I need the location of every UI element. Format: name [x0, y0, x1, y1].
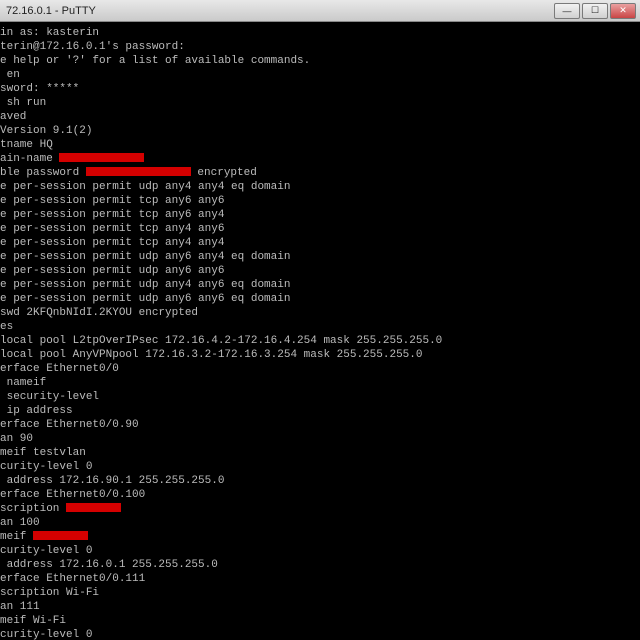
terminal-line: erface Ethernet0/0.111 [0, 572, 640, 586]
terminal-line: e per-session permit tcp any4 any4 [0, 236, 640, 250]
terminal-line: e per-session permit udp any6 any6 eq do… [0, 292, 640, 306]
terminal-line: e help or '?' for a list of available co… [0, 54, 640, 68]
terminal-line: erface Ethernet0/0 [0, 362, 640, 376]
terminal-line: curity-level 0 [0, 544, 640, 558]
terminal-line: e per-session permit tcp any4 any6 [0, 222, 640, 236]
terminal-line: scription [0, 502, 640, 516]
minimize-button[interactable]: — [554, 3, 580, 19]
terminal-line: es [0, 320, 640, 334]
terminal-line: erface Ethernet0/0.90 [0, 418, 640, 432]
terminal-line: an 111 [0, 600, 640, 614]
putty-window: 72.16.0.1 - PuTTY — ☐ ✕ in as: kasterint… [0, 0, 640, 640]
terminal-line: local pool AnyVPNpool 172.16.3.2-172.16.… [0, 348, 640, 362]
terminal-line: sh run [0, 96, 640, 110]
terminal-line: curity-level 0 [0, 628, 640, 640]
terminal-line: meif [0, 530, 640, 544]
terminal-line: an 90 [0, 432, 640, 446]
terminal-line: meif testvlan [0, 446, 640, 460]
window-controls: — ☐ ✕ [552, 3, 636, 19]
terminal-line: e per-session permit tcp any6 any4 [0, 208, 640, 222]
terminal-line: e per-session permit udp any6 any4 eq do… [0, 250, 640, 264]
terminal-line: tname HQ [0, 138, 640, 152]
terminal-line: sword: ***** [0, 82, 640, 96]
terminal-line: nameif [0, 376, 640, 390]
terminal-line: aved [0, 110, 640, 124]
terminal-line: swd 2KFQnbNIdI.2KYOU encrypted [0, 306, 640, 320]
redaction-block [33, 531, 88, 540]
terminal-line: ip address [0, 404, 640, 418]
terminal-line: Version 9.1(2) [0, 124, 640, 138]
terminal-line: terin@172.16.0.1's password: [0, 40, 640, 54]
terminal-line: security-level [0, 390, 640, 404]
terminal-line: e per-session permit tcp any6 any6 [0, 194, 640, 208]
terminal-line: e per-session permit udp any4 any6 eq do… [0, 278, 640, 292]
redaction-block [86, 167, 191, 176]
terminal-line: meif Wi-Fi [0, 614, 640, 628]
terminal-line: an 100 [0, 516, 640, 530]
terminal-line: scription Wi-Fi [0, 586, 640, 600]
terminal-line: erface Ethernet0/0.100 [0, 488, 640, 502]
terminal-line: ble password encrypted [0, 166, 640, 180]
titlebar[interactable]: 72.16.0.1 - PuTTY — ☐ ✕ [0, 0, 640, 22]
maximize-button[interactable]: ☐ [582, 3, 608, 19]
terminal-line: en [0, 68, 640, 82]
terminal-line: in as: kasterin [0, 26, 640, 40]
terminal-line: ain-name [0, 152, 640, 166]
terminal-line: address 172.16.0.1 255.255.255.0 [0, 558, 640, 572]
terminal-line: address 172.16.90.1 255.255.255.0 [0, 474, 640, 488]
terminal-line: e per-session permit udp any6 any6 [0, 264, 640, 278]
close-button[interactable]: ✕ [610, 3, 636, 19]
window-title: 72.16.0.1 - PuTTY [4, 5, 552, 17]
terminal-line: local pool L2tpOverIPsec 172.16.4.2-172.… [0, 334, 640, 348]
terminal-line: curity-level 0 [0, 460, 640, 474]
terminal-line: e per-session permit udp any4 any4 eq do… [0, 180, 640, 194]
terminal-view[interactable]: in as: kasterinterin@172.16.0.1's passwo… [0, 22, 640, 640]
redaction-block [59, 153, 144, 162]
redaction-block [66, 503, 121, 512]
